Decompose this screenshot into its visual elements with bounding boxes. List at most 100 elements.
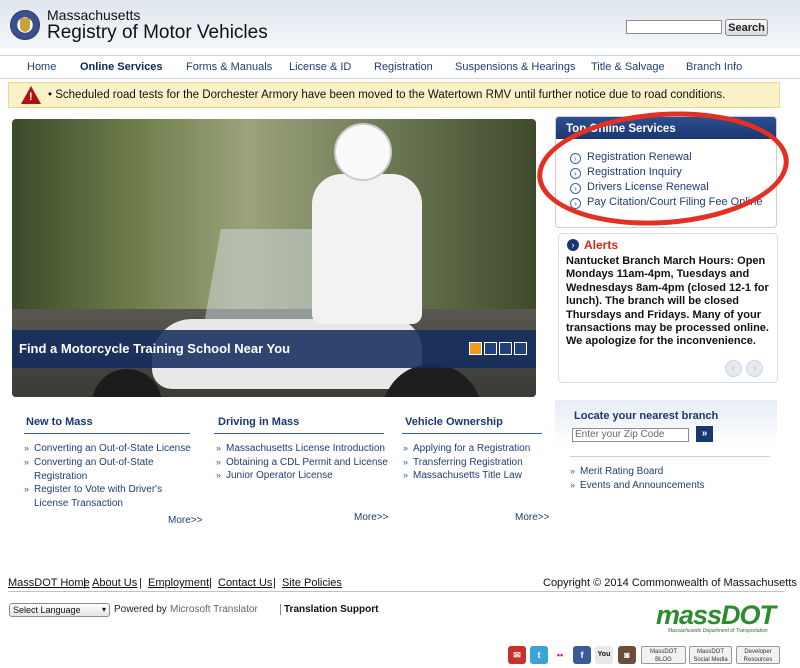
link-label[interactable]: Converting an Out-of-State Registration — [34, 457, 154, 482]
side-divider — [570, 456, 770, 457]
twitter-icon[interactable]: t — [530, 646, 548, 664]
hero-carousel[interactable]: Find a Motorcycle Training School Near Y… — [12, 119, 536, 397]
link-label[interactable]: Massachusetts License Introduction — [226, 443, 385, 454]
double-chevron-icon: » — [24, 484, 30, 494]
nav-registration[interactable]: Registration — [374, 61, 433, 73]
alert-banner-text[interactable]: • Scheduled road tests for the Dorcheste… — [48, 89, 725, 101]
facebook-icon[interactable]: f — [573, 646, 591, 664]
footer-separator: | — [83, 577, 86, 589]
double-chevron-icon: » — [24, 443, 30, 453]
language-select[interactable]: Select Language ▾ — [9, 603, 110, 617]
nav-home[interactable]: Home — [27, 61, 56, 73]
site-header: Massachusetts Registry of Motor Vehicles… — [0, 0, 800, 48]
link-license-introduction[interactable]: » Massachusetts License Introduction — [216, 442, 391, 456]
instagram-icon[interactable]: ◙ — [618, 646, 636, 664]
search-button[interactable]: Search — [725, 19, 768, 36]
nav-license-id[interactable]: License & ID — [289, 61, 351, 73]
nav-branch-info[interactable]: Branch Info — [686, 61, 742, 73]
column-divider — [402, 433, 542, 434]
link-label[interactable]: Obtaining a CDL Permit and License — [226, 457, 388, 468]
link-applying-registration[interactable]: » Applying for a Registration — [403, 442, 553, 456]
hero-caption[interactable]: Find a Motorcycle Training School Near Y… — [19, 341, 290, 356]
brand-title[interactable]: Registry of Motor Vehicles — [47, 22, 268, 44]
double-chevron-icon: » — [403, 457, 409, 467]
footer-link-site-policies[interactable]: Site Policies — [282, 577, 342, 589]
more-driving-in-mass[interactable]: More>> — [354, 512, 388, 523]
chevron-down-icon: ▾ — [101, 605, 106, 614]
nav-title-salvage[interactable]: Title & Salvage — [591, 61, 665, 73]
alerts-body: Nantucket Branch March Hours: Open Monda… — [566, 255, 769, 348]
massachusetts-seal-logo[interactable] — [10, 10, 40, 40]
alerts-next-button[interactable]: › — [746, 360, 763, 377]
massdot-social-media-icon[interactable]: MassDOT Social Media — [689, 646, 732, 664]
locate-branch-title: Locate your nearest branch — [574, 410, 719, 422]
column-divider — [214, 433, 384, 434]
double-chevron-icon: » — [570, 466, 576, 476]
search-input[interactable] — [626, 20, 722, 34]
hero-caption-bar[interactable]: Find a Motorcycle Training School Near Y… — [12, 330, 536, 368]
massdot-blog-icon[interactable]: MassDOT BLOG — [641, 646, 686, 664]
translation-support-link[interactable]: Translation Support — [280, 604, 378, 615]
link-label[interactable]: Converting an Out-of-State License — [34, 443, 191, 454]
hero-rider-helmet — [334, 123, 392, 181]
nav-forms-manuals[interactable]: Forms & Manuals — [186, 61, 272, 73]
more-vehicle-ownership[interactable]: More>> — [515, 512, 549, 523]
language-select-value[interactable]: Select Language — [13, 605, 81, 615]
footer-link-massdot-home[interactable]: MassDOT Home — [8, 577, 90, 589]
link-converting-license[interactable]: » Converting an Out-of-State License — [24, 442, 194, 456]
hero-rider — [312, 174, 422, 324]
link-label[interactable]: Transferring Registration — [413, 457, 523, 468]
flickr-icon[interactable]: •• — [551, 646, 569, 664]
footer-link-employment[interactable]: Employment — [148, 577, 209, 589]
carousel-dot-1[interactable] — [469, 342, 482, 355]
link-converting-registration[interactable]: » Converting an Out-of-State Registration — [24, 456, 194, 483]
link-transferring-registration[interactable]: » Transferring Registration — [403, 456, 553, 470]
arrow-right-icon: › — [567, 239, 579, 251]
link-label[interactable]: Merit Rating Board — [580, 466, 663, 477]
link-title-law[interactable]: » Massachusetts Title Law — [403, 469, 553, 483]
footer-separator: | — [273, 577, 276, 589]
double-chevron-icon: » — [403, 470, 409, 480]
alerts-panel: › Alerts Nantucket Branch March Hours: O… — [558, 233, 778, 383]
brand-state[interactable]: Massachusetts — [47, 7, 140, 23]
link-events-announcements[interactable]: » Events and Announcements — [570, 479, 705, 493]
link-label[interactable]: Massachusetts Title Law — [413, 470, 522, 481]
developer-resources-icon[interactable]: Developer Resources — [736, 646, 780, 664]
main-nav: Home Online Services Forms & Manuals Lic… — [0, 55, 800, 79]
copyright: Copyright © 2014 Commonwealth of Massach… — [543, 577, 797, 589]
link-label[interactable]: Applying for a Registration — [413, 443, 530, 454]
alerts-title: Alerts — [584, 238, 619, 252]
alerts-prev-button[interactable]: ‹ — [725, 360, 742, 377]
carousel-dot-3[interactable] — [499, 342, 512, 355]
warning-icon-mark: ! — [29, 91, 33, 103]
double-chevron-icon: » — [216, 443, 222, 453]
zip-code-input[interactable]: Enter your Zip Code — [572, 428, 689, 442]
link-register-to-vote[interactable]: » Register to Vote with Driver's License … — [24, 483, 199, 510]
zip-go-button[interactable]: » — [696, 426, 713, 442]
more-new-to-mass[interactable]: More>> — [168, 515, 202, 526]
alert-banner: ! • Scheduled road tests for the Dorches… — [8, 82, 780, 108]
carousel-dot-2[interactable] — [484, 342, 497, 355]
massdot-logo[interactable]: massDOT — [656, 600, 776, 631]
footer-link-about-us[interactable]: About Us — [92, 577, 137, 589]
nav-online-services[interactable]: Online Services — [80, 61, 163, 73]
carousel-dot-4[interactable] — [514, 342, 527, 355]
column-divider — [24, 433, 190, 434]
nav-suspensions-hearings[interactable]: Suspensions & Hearings — [455, 61, 575, 73]
link-label[interactable]: Junior Operator License — [226, 470, 333, 481]
youtube-icon[interactable]: You — [595, 646, 613, 664]
footer-divider — [8, 591, 784, 592]
double-chevron-icon: » — [570, 480, 576, 490]
double-chevron-icon: » — [216, 457, 222, 467]
microsoft-translator-label: Microsoft Translator — [170, 604, 258, 615]
link-label[interactable]: Events and Announcements — [580, 480, 705, 491]
footer-link-contact-us[interactable]: Contact Us — [218, 577, 272, 589]
powered-by-label: Powered by — [114, 604, 167, 615]
link-label[interactable]: Register to Vote with Driver's License T… — [34, 484, 162, 509]
email-icon[interactable]: ✉ — [508, 646, 526, 664]
link-cdl-permit[interactable]: » Obtaining a CDL Permit and License — [216, 456, 391, 470]
link-junior-operator[interactable]: » Junior Operator License — [216, 469, 391, 483]
double-chevron-icon: » — [403, 443, 409, 453]
alert-banner-message[interactable]: Scheduled road tests for the Dorchester … — [55, 89, 725, 101]
link-merit-rating-board[interactable]: » Merit Rating Board — [570, 465, 663, 479]
